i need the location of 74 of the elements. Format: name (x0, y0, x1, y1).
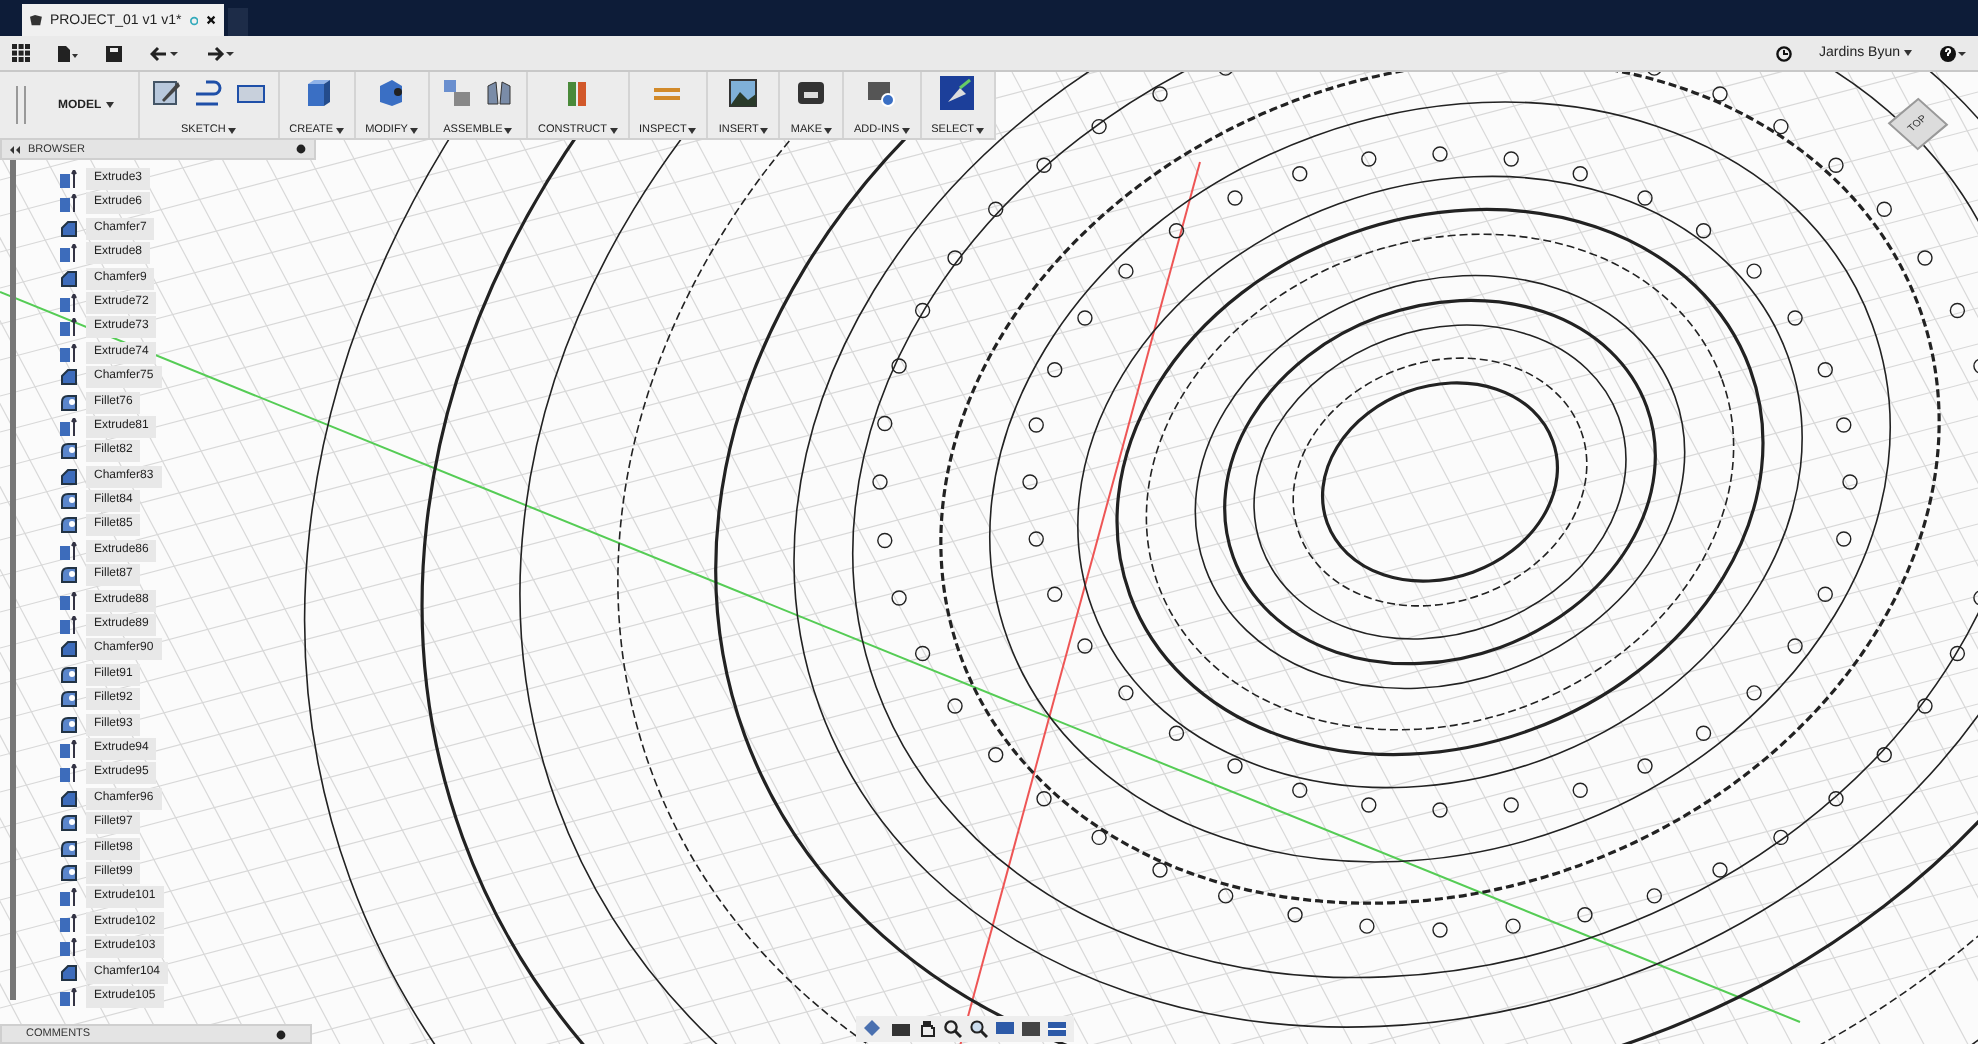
fillet-icon (60, 442, 78, 461)
extrude-icon (60, 541, 78, 560)
caret-icon (688, 127, 697, 133)
chamfer-icon (60, 963, 78, 981)
help-icon[interactable] (1940, 45, 1966, 61)
grid-display-icon[interactable] (1022, 1020, 1040, 1038)
chamfer-icon (60, 467, 78, 486)
extrude-icon (60, 293, 78, 312)
extrude-icon (60, 938, 78, 957)
add-in-icon (866, 78, 897, 108)
chamfer-icon (60, 219, 78, 238)
chamfer-icon (60, 640, 78, 659)
zoom-icon[interactable] (944, 1020, 962, 1038)
collapse-icon[interactable] (10, 145, 20, 153)
extrude-icon (60, 318, 78, 337)
extrude-icon (60, 591, 78, 610)
orbit-icon[interactable] (864, 1020, 884, 1038)
app-grid-icon[interactable] (12, 44, 30, 62)
chamfer-icon (60, 789, 78, 808)
clock-icon[interactable] (1775, 45, 1792, 61)
pin-icon[interactable] (296, 144, 306, 154)
fillet-icon (60, 715, 78, 734)
close-icon[interactable] (205, 14, 216, 26)
fillet-icon (60, 665, 78, 684)
extrude-icon (60, 616, 78, 635)
extrude-icon (60, 888, 78, 907)
caret-icon (504, 127, 513, 133)
fillet-icon (60, 516, 78, 535)
fillet-icon (60, 839, 78, 858)
fillet-icon (60, 393, 78, 412)
image-icon (728, 78, 759, 108)
redo-icon[interactable] (206, 45, 234, 61)
extrude-icon (60, 194, 78, 213)
undo-icon[interactable] (150, 45, 178, 61)
chamfer-icon (60, 368, 78, 387)
caret-icon (1904, 50, 1912, 56)
extrude-icon (60, 987, 78, 1006)
fillet-icon (60, 863, 78, 882)
extrude-icon (60, 764, 78, 783)
caret-icon (609, 127, 617, 133)
caret-icon (335, 127, 344, 133)
viewports-icon[interactable] (1048, 1020, 1066, 1038)
file-icon[interactable] (58, 45, 78, 61)
pin-icon[interactable] (276, 1029, 286, 1039)
save-icon[interactable] (106, 45, 122, 61)
caret-icon (409, 127, 418, 133)
caret-icon (901, 127, 910, 133)
extrude-icon (60, 343, 78, 362)
display-icon[interactable] (996, 1020, 1014, 1038)
document-icon (30, 13, 42, 27)
cube-icon (376, 78, 407, 108)
fillet-icon (60, 492, 78, 511)
fillet-icon (60, 690, 78, 709)
caret-icon (976, 127, 985, 133)
extrude-icon (60, 170, 78, 188)
timeline-scrollbar[interactable] (10, 160, 16, 1000)
fillet-icon (60, 566, 78, 585)
extrude-icon (60, 913, 78, 932)
caret-icon (227, 127, 236, 133)
zoom-fit-icon[interactable] (970, 1020, 988, 1038)
joint-icon (483, 78, 514, 108)
extrude-icon (60, 417, 78, 436)
fillet-icon (60, 814, 78, 833)
chamfer-icon (60, 269, 78, 288)
extrude-icon (60, 739, 78, 758)
caret-icon (760, 127, 769, 133)
extrude-icon (60, 244, 78, 263)
line-icon (193, 78, 224, 108)
caret-icon (824, 127, 833, 133)
pan-hand-icon[interactable] (918, 1020, 936, 1038)
sketch-pencil-icon (151, 78, 182, 108)
printer-icon (796, 78, 827, 108)
component-icon (441, 78, 472, 108)
caret-icon (105, 102, 114, 108)
